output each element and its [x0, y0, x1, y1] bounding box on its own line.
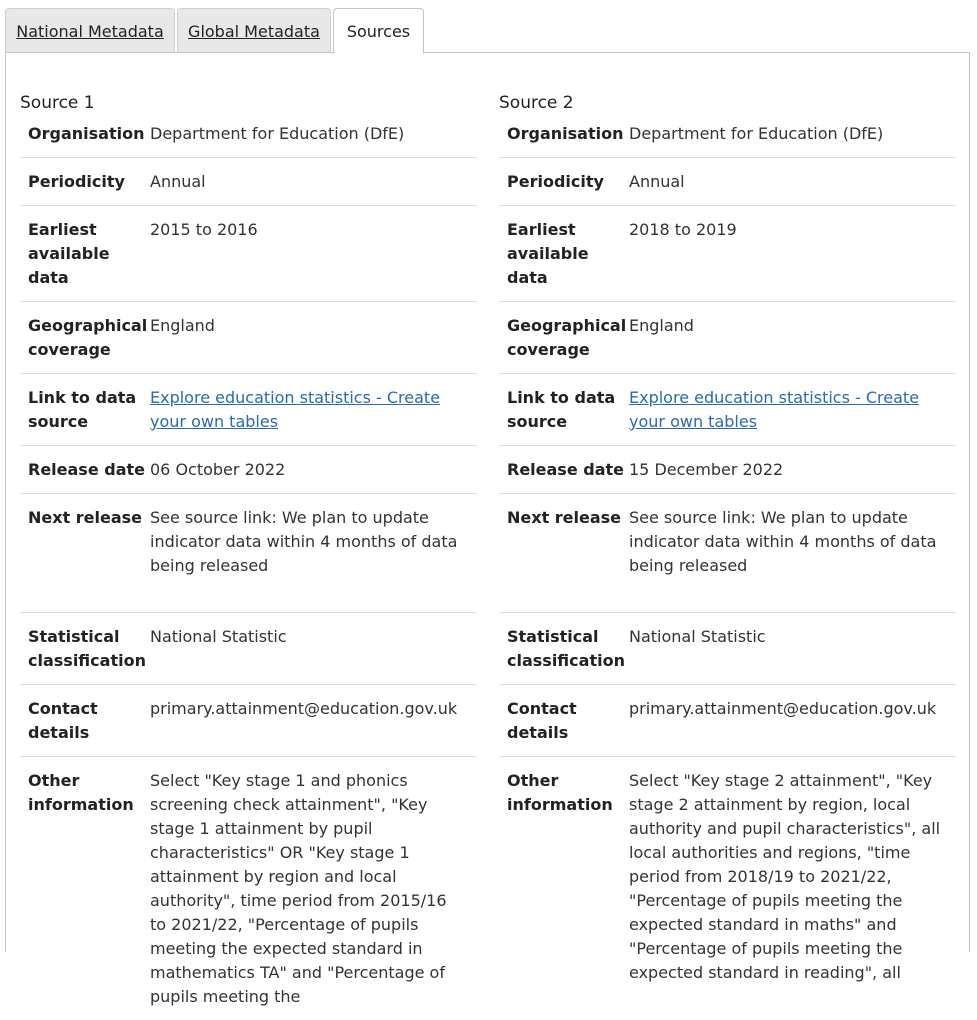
- row-label: Other information: [507, 771, 613, 814]
- row-label: Periodicity: [28, 172, 125, 191]
- row-release-date: Release date 06 October 2022: [20, 446, 477, 494]
- row-label: Earliest available data: [28, 220, 110, 287]
- row-other-information: Other information Select "Key stage 2 at…: [499, 757, 956, 996]
- source-1: Source 1 Organisation Department for Edu…: [20, 90, 477, 1020]
- row-next-release: Next release See source link: We plan to…: [20, 494, 477, 613]
- row-release-date: Release date 15 December 2022: [499, 446, 956, 494]
- row-label: Geographical coverage: [507, 316, 627, 359]
- row-value: Select "Key stage 1 and phonics screenin…: [150, 771, 447, 1006]
- row-label: Contact details: [507, 699, 577, 742]
- row-label: Other information: [28, 771, 134, 814]
- row-label: Statistical classification: [28, 627, 146, 670]
- tab-global-metadata-label: Global Metadata: [188, 22, 320, 41]
- row-data-source-link: Link to data source Explore education st…: [20, 374, 477, 446]
- row-value: Select "Key stage 2 attainment", "Key st…: [629, 771, 941, 982]
- row-label: Organisation: [28, 124, 145, 143]
- tab-global-metadata[interactable]: Global Metadata: [177, 8, 331, 53]
- row-contact-details: Contact details primary.attainment@educa…: [20, 685, 477, 757]
- row-value: National Statistic: [629, 627, 766, 646]
- row-organisation: Organisation Department for Education (D…: [20, 116, 477, 158]
- source-title: Source 2: [499, 93, 574, 113]
- row-label: Organisation: [507, 124, 624, 143]
- row-value: England: [629, 316, 694, 335]
- row-value: Department for Education (DfE): [629, 124, 884, 143]
- row-geographical-coverage: Geographical coverage England: [20, 302, 477, 374]
- row-label: Earliest available data: [507, 220, 589, 287]
- row-data-source-link: Link to data source Explore education st…: [499, 374, 956, 446]
- tab-sources-label: Sources: [346, 22, 411, 41]
- row-label: Next release: [507, 508, 622, 527]
- tab-sources[interactable]: Sources: [333, 8, 424, 54]
- tab-national-metadata-label: National Metadata: [16, 22, 164, 41]
- row-next-release: Next release See source link: We plan to…: [499, 494, 956, 613]
- data-source-link[interactable]: Explore education statistics - Create yo…: [629, 386, 956, 434]
- row-periodicity: Periodicity Annual: [20, 158, 477, 206]
- row-value: 2018 to 2019: [629, 220, 737, 239]
- row-label: Release date: [28, 460, 145, 479]
- row-value: 2015 to 2016: [150, 220, 258, 239]
- row-value: 06 October 2022: [150, 460, 286, 479]
- source-2: Source 2 Organisation Department for Edu…: [499, 90, 956, 996]
- row-geographical-coverage: Geographical coverage England: [499, 302, 956, 374]
- row-label: Release date: [507, 460, 624, 479]
- row-label: Periodicity: [507, 172, 604, 191]
- row-label: Geographical coverage: [28, 316, 148, 359]
- row-earliest-data: Earliest available data 2018 to 2019: [499, 206, 956, 302]
- contact-email: primary.attainment@education.gov.uk: [150, 699, 458, 718]
- row-label: Link to data source: [28, 388, 137, 431]
- row-other-information: Other information Select "Key stage 1 an…: [20, 757, 477, 1020]
- row-statistical-classification: Statistical classification National Stat…: [499, 613, 956, 685]
- row-label: Statistical classification: [507, 627, 625, 670]
- row-contact-details: Contact details primary.attainment@educa…: [499, 685, 956, 757]
- row-value: Department for Education (DfE): [150, 124, 405, 143]
- row-statistical-classification: Statistical classification National Stat…: [20, 613, 477, 685]
- row-value: Annual: [150, 172, 206, 191]
- row-periodicity: Periodicity Annual: [499, 158, 956, 206]
- contact-email: primary.attainment@education.gov.uk: [629, 699, 937, 718]
- row-value: National Statistic: [150, 627, 287, 646]
- data-source-link[interactable]: Explore education statistics - Create yo…: [150, 386, 477, 434]
- row-organisation: Organisation Department for Education (D…: [499, 116, 956, 158]
- row-value: See source link: We plan to update indic…: [150, 508, 458, 575]
- row-label: Link to data source: [507, 388, 616, 431]
- tab-national-metadata[interactable]: National Metadata: [5, 8, 175, 53]
- row-value: Annual: [629, 172, 685, 191]
- row-label: Contact details: [28, 699, 98, 742]
- source-title: Source 1: [20, 93, 95, 113]
- row-value: 15 December 2022: [629, 460, 784, 479]
- row-label: Next release: [28, 508, 143, 527]
- row-earliest-data: Earliest available data 2015 to 2016: [20, 206, 477, 302]
- sources-panel: Source 1 Organisation Department for Edu…: [5, 52, 970, 1006]
- row-value: England: [150, 316, 215, 335]
- row-value: See source link: We plan to update indic…: [629, 508, 937, 575]
